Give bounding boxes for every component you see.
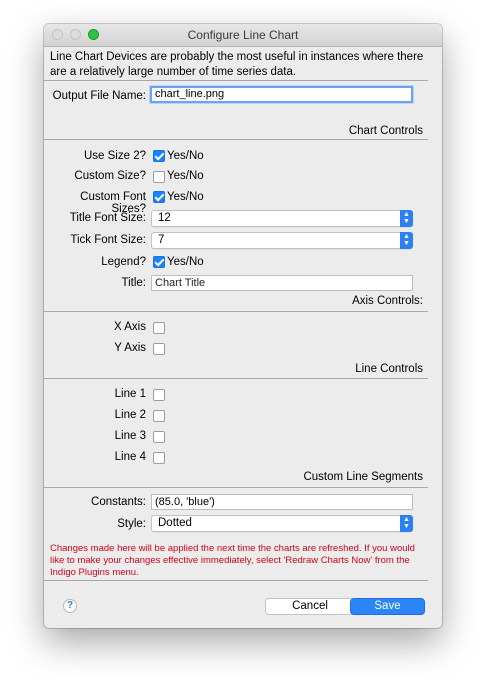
line-2-label: Line 2 [114,409,146,421]
chart-title-label: Title: [121,277,147,289]
title-font-size-select[interactable]: 12 ▲ ▼ [151,210,413,227]
custom-line-segments-heading: Custom Line Segments [303,471,423,483]
use-size-2-label: Use Size 2? [83,150,146,162]
custom-size-checkbox[interactable] [153,171,165,183]
axis-controls-heading: Axis Controls: [352,295,423,307]
output-file-name-input[interactable]: chart_line.png [150,86,413,103]
tick-font-size-value: 7 [158,234,165,246]
title-bar: Configure Line Chart [44,24,442,47]
tick-font-size-select[interactable]: 7 ▲ ▼ [151,232,413,249]
constants-label: Constants: [91,496,146,508]
use-size-2-yes-no-label: Yes/No [167,150,204,162]
legend-checkbox[interactable] [153,256,165,268]
legend-label: Legend? [101,256,146,268]
warning-message: Changes made here will be applied the ne… [50,543,415,578]
description-text: Line Chart Devices are probably the most… [50,51,424,78]
chart-title-input[interactable]: Chart Title [151,275,413,291]
y-axis-label: Y Axis [114,342,146,354]
cancel-button[interactable]: Cancel [265,598,355,615]
custom-size-yes-no-label: Yes/No [167,170,204,182]
title-font-size-label: Title Font Size: [69,212,146,224]
line-4-label: Line 4 [114,451,146,463]
configure-line-chart-dialog: Configure Line Chart Line Chart Devices … [44,24,442,628]
title-font-size-value: 12 [158,212,171,224]
line-2-checkbox[interactable] [153,410,165,422]
line-controls-heading: Line Controls [355,363,423,375]
line-1-label: Line 1 [114,388,146,400]
chevron-updown-icon: ▲ ▼ [400,232,413,249]
custom-font-sizes-yes-no-label: Yes/No [167,191,204,203]
help-button[interactable]: ? [63,599,77,613]
chevron-updown-icon: ▲ ▼ [400,210,413,227]
divider [44,378,428,379]
style-select[interactable]: Dotted ▲ ▼ [151,515,413,532]
chart-controls-heading: Chart Controls [348,125,423,137]
line-4-checkbox[interactable] [153,452,165,464]
divider [44,311,428,312]
legend-yes-no-label: Yes/No [167,256,204,268]
line-1-checkbox[interactable] [153,389,165,401]
y-axis-checkbox[interactable] [153,343,165,355]
divider [44,580,428,581]
output-file-name-label: Output File Name: [52,90,146,102]
constants-input[interactable]: (85.0, 'blue') [151,494,413,510]
custom-size-label: Custom Size? [74,170,146,182]
line-3-label: Line 3 [114,430,146,442]
chevron-updown-icon: ▲ ▼ [400,515,413,532]
window-title: Configure Line Chart [187,28,299,42]
tick-font-size-label: Tick Font Size: [70,234,146,246]
x-axis-label: X Axis [114,321,146,333]
custom-font-sizes-checkbox[interactable] [153,191,165,203]
divider [44,139,428,140]
style-label: Style: [117,518,146,530]
use-size-2-checkbox[interactable] [153,150,165,162]
divider [44,487,428,488]
save-button[interactable]: Save [350,598,425,615]
x-axis-checkbox[interactable] [153,322,165,334]
style-value: Dotted [158,517,192,529]
line-3-checkbox[interactable] [153,431,165,443]
divider [44,80,428,81]
